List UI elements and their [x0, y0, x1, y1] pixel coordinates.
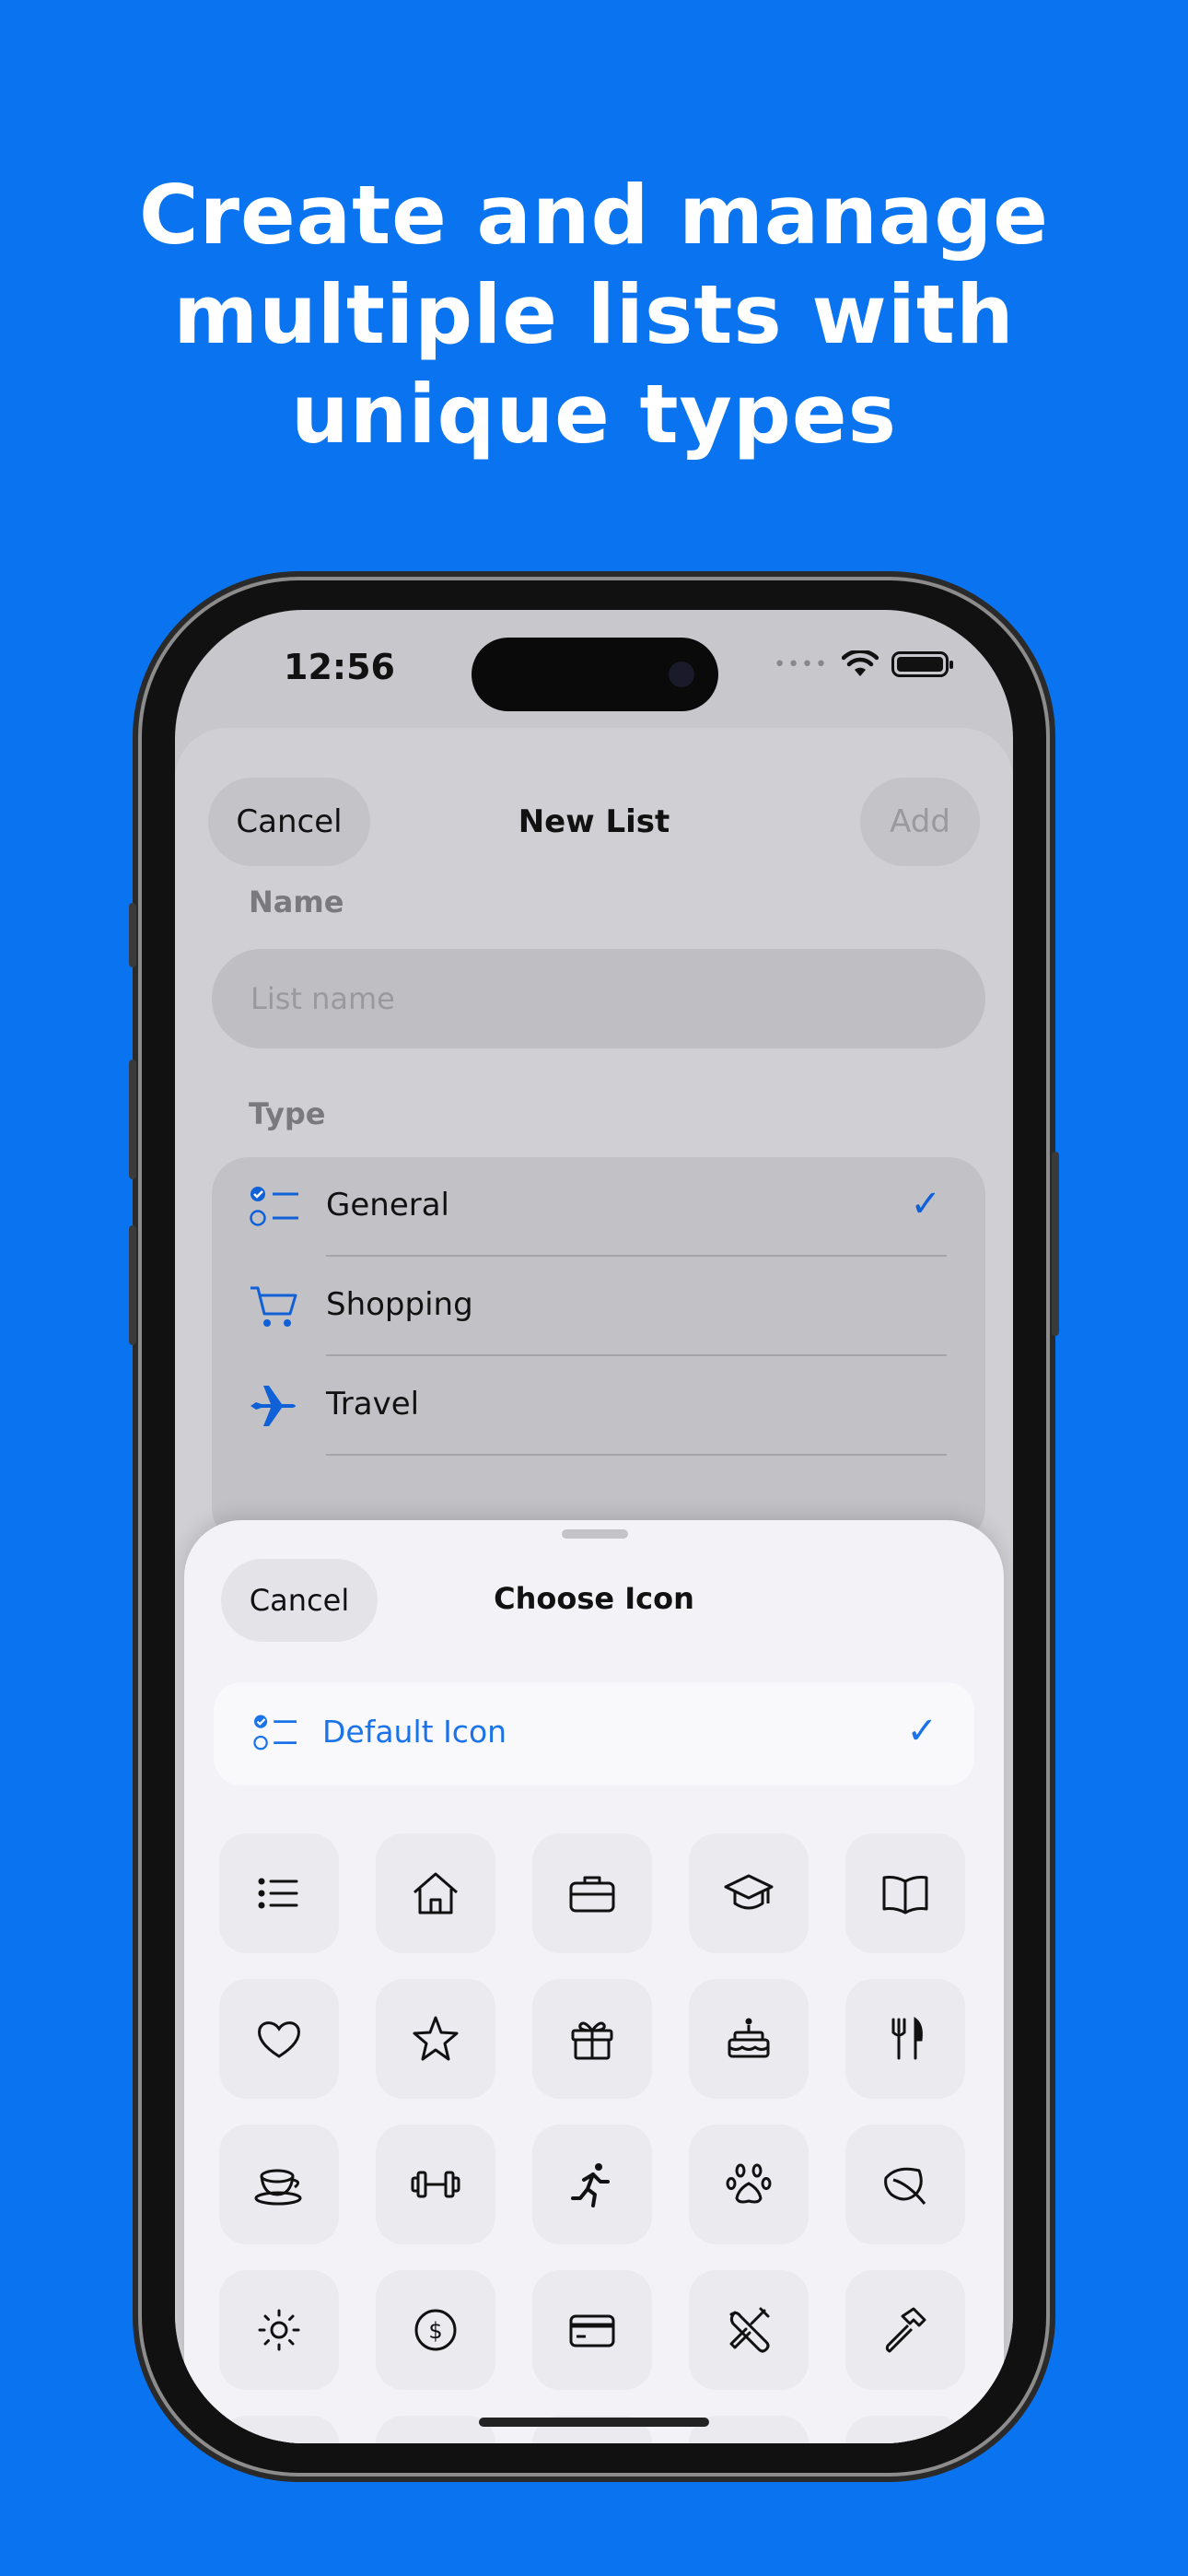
sun-icon	[258, 2309, 300, 2351]
checkmark-icon: ✓	[906, 1710, 938, 1752]
checklist-icon	[250, 1187, 298, 1226]
status-indicators: ••••	[774, 650, 953, 678]
headline-line-1: Create and manage	[139, 168, 1049, 263]
icon-tile-dollar-circle[interactable]: $	[376, 2270, 495, 2390]
power-button	[1052, 1152, 1059, 1336]
icon-tile-hammer[interactable]	[845, 2270, 965, 2390]
icon-grid: $	[219, 1833, 974, 2443]
hammer-icon	[885, 2307, 926, 2353]
choose-icon-sheet: Cancel Choose Icon Default Icon ✓ $	[184, 1520, 1004, 2443]
default-icon-option[interactable]: Default Icon ✓	[214, 1682, 974, 1786]
list-name-input[interactable]: List name	[212, 949, 985, 1048]
icon-tile-graduation-cap[interactable]	[689, 1833, 809, 1953]
dynamic-island	[472, 638, 718, 711]
sheet-grabber[interactable]	[562, 1529, 628, 1539]
icon-tile-briefcase[interactable]	[532, 1833, 652, 1953]
action-button	[129, 903, 136, 967]
new-list-nav: Cancel New List Add	[175, 778, 1013, 866]
briefcase-icon	[569, 1876, 615, 1913]
default-icon-label: Default Icon	[322, 1714, 507, 1750]
checklist-icon	[253, 1715, 297, 1751]
icon-tile-house[interactable]	[376, 1833, 495, 1953]
wrench-screwdriver-icon	[729, 2307, 770, 2353]
icon-tile-camera[interactable]	[845, 2416, 965, 2443]
volume-up-button	[129, 1060, 136, 1179]
icon-tile-dumbbell[interactable]	[376, 2125, 495, 2244]
gift-icon	[571, 2021, 613, 2060]
dollar-circle-icon: $	[414, 2309, 457, 2351]
icon-tile-shirt[interactable]	[219, 2416, 339, 2443]
cart-icon	[250, 1286, 297, 1327]
star-icon	[413, 2016, 459, 2061]
phone-frame: 12:56 •••• Cancel New List Add Name List…	[129, 580, 1059, 2473]
paw-icon	[726, 2163, 772, 2204]
credit-card-icon	[569, 2314, 615, 2348]
icon-tile-star[interactable]	[376, 1979, 495, 2099]
headline-line-2: multiple lists with	[173, 267, 1015, 362]
wifi-icon	[842, 650, 879, 676]
status-time: 12:56	[284, 647, 395, 687]
front-camera	[669, 662, 694, 687]
fork-knife-icon	[891, 2016, 923, 2060]
type-row-travel[interactable]: Travel	[212, 1356, 985, 1456]
choose-icon-nav: Cancel Choose Icon	[184, 1559, 1004, 1642]
book-icon	[882, 1876, 928, 1914]
divider	[326, 1454, 947, 1456]
type-row-general[interactable]: General ✓	[212, 1157, 985, 1257]
heart-icon	[258, 2021, 300, 2058]
icon-tile-paw[interactable]	[689, 2125, 809, 2244]
icon-tile-fork-knife[interactable]	[845, 1979, 965, 2099]
airplane-icon	[250, 1386, 296, 1426]
icon-tile-music-note[interactable]	[376, 2416, 495, 2443]
running-figure-icon	[571, 2163, 610, 2207]
cup-icon	[254, 2169, 302, 2206]
dumbbell-icon	[411, 2171, 460, 2198]
battery-icon	[891, 651, 953, 677]
phone-screen: 12:56 •••• Cancel New List Add Name List…	[175, 610, 1013, 2443]
choose-icon-title: Choose Icon	[494, 1581, 694, 1616]
icon-tile-sun[interactable]	[219, 2270, 339, 2390]
icon-tile-cup[interactable]	[219, 2125, 339, 2244]
house-icon	[413, 1872, 458, 1914]
icon-tile-heart[interactable]	[219, 1979, 339, 2099]
icon-tile-birthday-cake[interactable]	[689, 1979, 809, 2099]
home-indicator	[479, 2418, 709, 2427]
svg-text:$: $	[428, 2318, 442, 2344]
signal-icon: ••••	[774, 652, 829, 676]
graduation-cap-icon	[724, 1874, 774, 1910]
icon-tile-list[interactable]	[219, 1833, 339, 1953]
icon-tile-wrench-screwdriver[interactable]	[689, 2270, 809, 2390]
icon-tile-running-figure[interactable]	[532, 2125, 652, 2244]
name-label: Name	[249, 884, 344, 919]
volume-down-button	[129, 1225, 136, 1345]
type-label-shopping: Shopping	[326, 1286, 473, 1323]
icon-tile-gift[interactable]	[532, 1979, 652, 2099]
status-bar: 12:56 ••••	[175, 610, 1013, 711]
type-label-travel: Travel	[326, 1386, 420, 1423]
icon-tile-leaf[interactable]	[845, 2125, 965, 2244]
list-icon	[258, 1878, 298, 1909]
checkmark-icon: ✓	[910, 1183, 941, 1225]
add-button[interactable]: Add	[860, 778, 980, 866]
headline-line-3: unique types	[291, 367, 897, 462]
type-label-general: General	[326, 1187, 449, 1224]
icon-tile-credit-card[interactable]	[532, 2270, 652, 2390]
type-label: Type	[249, 1096, 326, 1131]
icon-tile-book[interactable]	[845, 1833, 965, 1953]
birthday-cake-icon	[728, 2018, 770, 2058]
list-name-placeholder: List name	[250, 981, 395, 1016]
type-row-shopping[interactable]: Shopping	[212, 1257, 985, 1356]
leaf-icon	[884, 2167, 926, 2205]
headline: Create and manage multiple lists with un…	[0, 166, 1188, 464]
type-list: General ✓ Shopping Travel	[212, 1157, 985, 1544]
